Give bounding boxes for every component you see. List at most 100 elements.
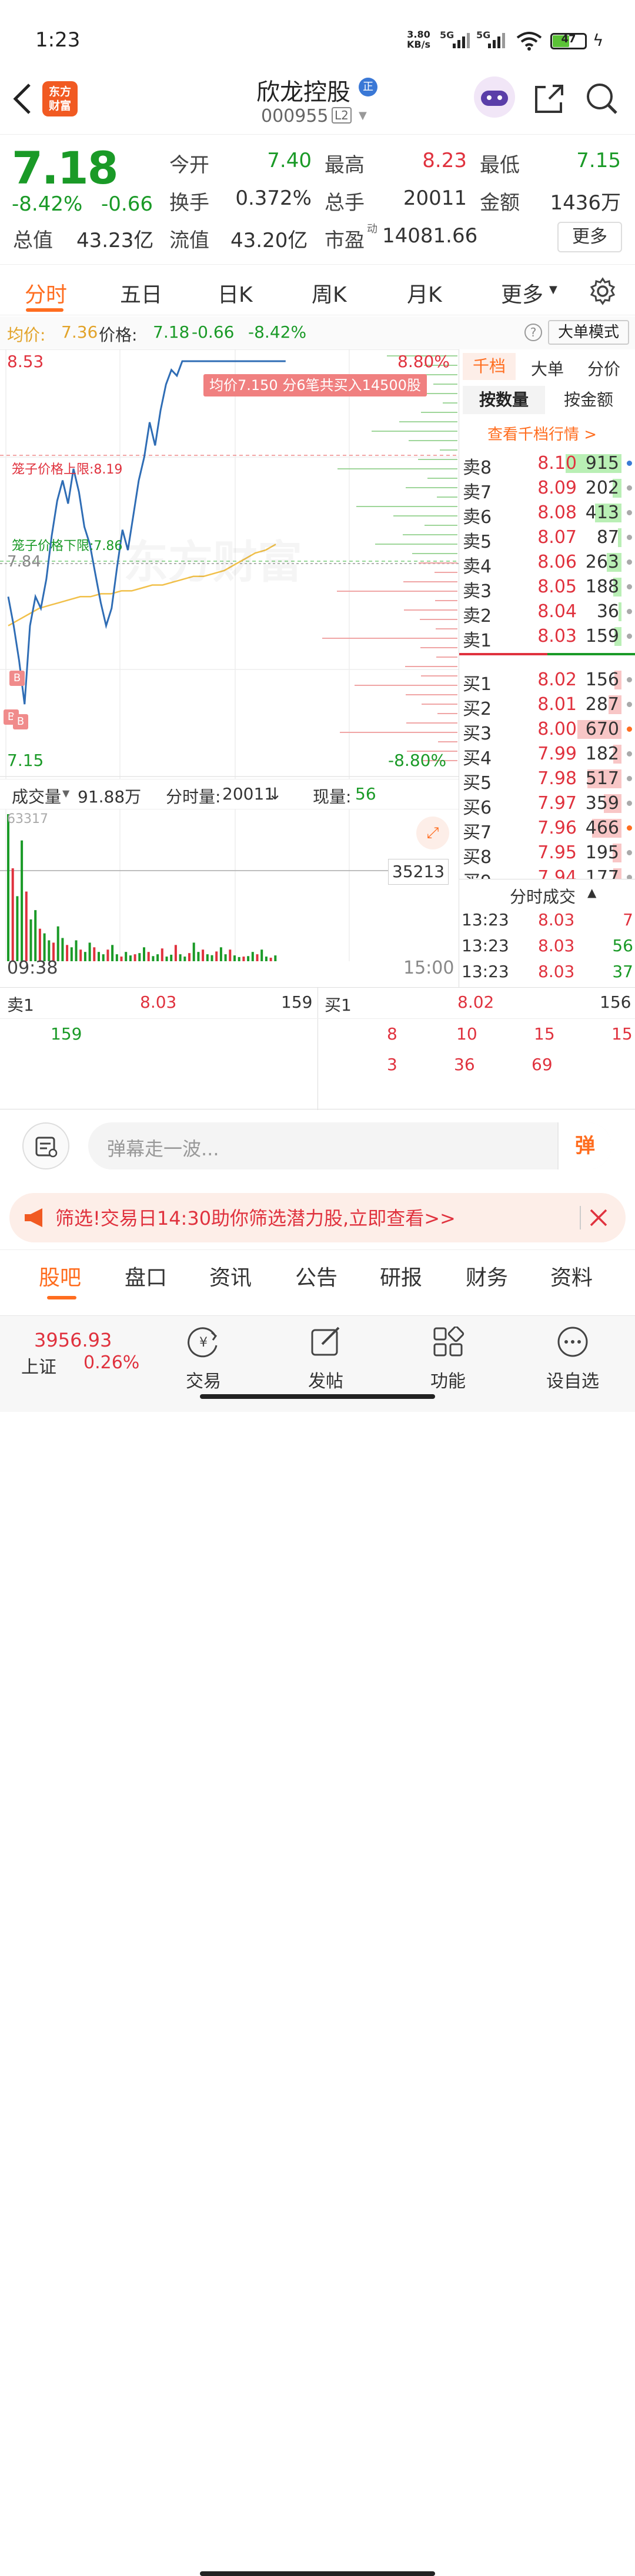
danmu-send-button[interactable]: 弹 [557,1122,611,1169]
quote-panel: 7.18 -8.42% -0.66 今开 7.40 最高 8.23 最低 7.1… [0,134,635,265]
order-book-row[interactable]: 卖6 8.08 413 [459,500,635,528]
more-button[interactable]: 更多 [557,222,622,252]
nav-add-watchlist[interactable]: 设自选 [537,1322,608,1398]
by-amount-button[interactable]: 按金额 [547,386,630,414]
edit-icon [311,1327,340,1356]
volume-bar [202,949,205,961]
volume-selector[interactable]: 成交量 [12,784,61,808]
order-book-row[interactable]: 买4 7.99 182 [459,741,635,769]
help-icon[interactable]: ? [524,324,542,341]
level-price: 7.99 [537,744,577,764]
level-badge[interactable]: L2 [332,107,352,124]
low-label: 最低 [480,154,520,177]
danmu-input[interactable]: 弹幕走一波... 弹 [88,1122,611,1169]
by-quantity-button[interactable]: 按数量 [463,386,545,414]
tab-profile[interactable]: 资料 [550,1261,593,1291]
volume-bar [129,955,132,961]
buy-marker[interactable]: B [13,714,28,729]
volume-bar [161,948,163,961]
depth-histogram-bar [340,732,457,733]
order-book-row[interactable]: 买1 8.02 156 [459,667,635,695]
buy-marker[interactable]: B [9,671,25,686]
order-book-row[interactable]: 卖1 8.03 159 [459,624,635,651]
chevron-down-icon[interactable]: ▼ [359,109,367,122]
order-book-row[interactable]: 买2 8.01 287 [459,692,635,719]
back-icon[interactable] [11,82,34,115]
depth-histogram-bar [438,741,457,742]
tab-daily-k[interactable]: 日K [218,278,253,308]
turnover-value: 0.372% [235,186,312,210]
tab-order-book[interactable]: 盘口 [125,1261,167,1291]
chart-canvas[interactable] [0,349,459,988]
index-change-percent[interactable]: 0.26% [83,1352,139,1373]
order-book-row[interactable]: 卖3 8.05 188 [459,574,635,602]
robot-assistant-icon[interactable] [474,76,515,118]
tab-big-order[interactable]: 大单 [531,356,564,380]
level-price: 8.01 [537,694,577,715]
depth-histogram-bar [420,647,457,648]
tab-financials[interactable]: 财务 [466,1261,508,1291]
order-book-row[interactable]: 卖7 8.09 202 [459,475,635,503]
volume-bar [66,945,69,961]
low-value: 7.15 [576,149,621,172]
volume-bar [210,955,213,961]
order-book-row[interactable]: 卖2 8.04 36 [459,599,635,626]
buy-order-item: 10 [456,1024,477,1044]
level-price: 8.04 [537,601,577,622]
depth-histogram-bar [420,619,457,620]
order-book-row[interactable]: 买6 7.97 359 [459,791,635,818]
index-value[interactable]: 3956.93 [34,1329,112,1351]
order-book-row[interactable]: 买5 7.98 517 [459,766,635,794]
tab-five-day[interactable]: 五日 [120,278,162,308]
nav-trade-label: 交易 [186,1371,221,1392]
tab-thousand-level[interactable]: 千档 [463,353,516,380]
search-icon[interactable] [586,82,619,115]
depth-histogram-bar [405,666,457,667]
nav-functions[interactable]: 功能 [413,1322,483,1398]
tab-intraday[interactable]: 分时 [25,278,67,308]
tab-weekly-k[interactable]: 周K [312,278,347,308]
nav-post[interactable]: 发帖 [290,1322,361,1398]
tab-research[interactable]: 研报 [380,1261,422,1291]
big-order-mode-button[interactable]: 大单模式 [548,320,629,345]
order-book-row[interactable]: 卖5 8.07 87 [459,525,635,552]
view-thousand-level-link[interactable]: 查看千档行情 > [487,422,597,444]
order-book-row[interactable]: 买8 7.95 195 [459,840,635,868]
danmu-settings-icon[interactable] [22,1122,69,1169]
tab-monthly-k[interactable]: 月K [407,278,442,308]
chart-tabs: 分时 五日 日K 周K 月K 更多 ▼ [0,266,635,315]
tab-news[interactable]: 资讯 [209,1261,252,1291]
avg-price-value: 7.36 [61,322,98,342]
close-icon[interactable] [589,1208,608,1227]
order-book-row[interactable]: 卖8 8.10 915 [459,451,635,478]
volume-bar [197,952,200,961]
level-price: 8.09 [537,478,577,498]
tab-more[interactable]: 更多 [501,278,543,308]
level-volume: 195 [585,842,619,863]
sell-order-item: 159 [51,1024,82,1044]
nav-trade[interactable]: ¥ 交易 [168,1322,239,1398]
order-book-row[interactable]: 买3 8.00 670 [459,717,635,744]
tab-announcements[interactable]: 公告 [295,1261,337,1291]
depth-histogram-bar [437,496,457,498]
logo-text-bottom: 财富 [48,99,71,112]
volume-bar [233,955,236,961]
expand-icon[interactable]: ⤢ [416,817,449,849]
buy1-price: 8.02 [457,992,494,1012]
tick-time: 13:23 [462,910,509,929]
tab-forum[interactable]: 股吧 [39,1261,81,1291]
indicator-dot [627,559,632,565]
gesture-bar[interactable] [200,1394,435,1399]
buy-order-item: 36 [454,1055,475,1074]
gear-icon[interactable] [588,276,617,306]
order-book-row[interactable]: 卖4 8.06 263 [459,549,635,577]
share-icon[interactable] [533,82,566,115]
promo-banner[interactable]: 筛选!交易日14:30助你筛选潜力股,立即查看>> [9,1193,626,1242]
index-name[interactable]: 上证 [21,1352,56,1378]
pe-label: 市盈 [325,229,365,252]
tab-price-distribution[interactable]: 分价 [587,356,620,380]
price-change: -0.66 [192,322,235,342]
level-volume: 670 [585,719,619,739]
volume-bar [269,958,272,961]
order-book-row[interactable]: 买7 7.96 466 [459,815,635,843]
